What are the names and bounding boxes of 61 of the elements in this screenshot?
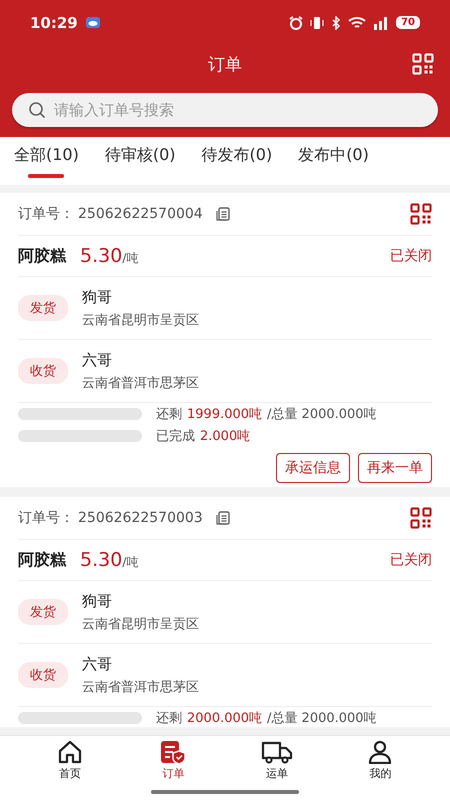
- person-icon: [367, 740, 394, 764]
- order-tab[interactable]: 发布中(0): [298, 137, 369, 185]
- qr-code-icon[interactable]: [412, 53, 434, 75]
- order-tab[interactable]: 待审核(0): [104, 137, 176, 185]
- truck-icon: [260, 740, 293, 764]
- address: 云南省普洱市思茅区: [82, 678, 199, 696]
- alarm-icon: [289, 16, 304, 30]
- order-number: 25062622570003: [78, 510, 203, 526]
- contact-name: 狗哥: [82, 592, 113, 610]
- nav-tab[interactable]: 运单: [246, 740, 307, 781]
- product-name: 阿胶糕: [18, 550, 66, 570]
- address: 云南省昆明市呈贡区: [82, 312, 199, 328]
- address: 云南省普洱市思茅区: [82, 374, 199, 392]
- order-number-label: 订单号：: [18, 205, 74, 223]
- nav-tab[interactable]: 首页: [40, 740, 100, 781]
- progress-label: 还剩: [156, 710, 182, 727]
- total-amount: /总量 2000.000吨: [267, 406, 377, 423]
- order-number: 25062622570004: [78, 206, 203, 222]
- action-button[interactable]: 再来一单: [358, 453, 432, 483]
- page-title: 订单: [208, 54, 242, 76]
- battery-icon: 70: [396, 16, 420, 29]
- vibrate-icon: [310, 16, 324, 30]
- wifi-icon: [348, 16, 366, 30]
- product-name: 阿胶糕: [18, 246, 66, 266]
- document-shield-icon: [159, 740, 188, 764]
- price-unit: /吨: [122, 555, 138, 569]
- unit-price: 5.30: [80, 245, 122, 267]
- order-status: 已关闭: [390, 247, 432, 265]
- contact-name: 狗哥: [82, 288, 113, 306]
- nav-tab[interactable]: 我的: [350, 740, 410, 781]
- unit-price: 5.30: [80, 549, 122, 571]
- qr-code-icon[interactable]: [410, 203, 432, 225]
- amount: 2000.000吨: [187, 710, 262, 727]
- price-unit: /吨: [122, 251, 138, 265]
- contact-name: 六哥: [82, 654, 113, 674]
- party-tag: 发货: [18, 295, 68, 321]
- search-field[interactable]: 请输入订单号搜索: [12, 93, 438, 127]
- amount: 2.000吨: [200, 428, 250, 445]
- order-tab[interactable]: 全部(10): [14, 137, 79, 185]
- progress-label: 还剩: [156, 406, 182, 423]
- contact-name: 六哥: [82, 350, 113, 370]
- party-tag: 发货: [18, 599, 68, 625]
- amount: 1999.000吨: [187, 406, 262, 423]
- action-button[interactable]: 承运信息: [276, 453, 350, 483]
- party-tag: 收货: [18, 662, 68, 688]
- progress-label: 已完成: [156, 428, 195, 445]
- bluetooth-icon: [331, 16, 342, 30]
- order-status: 已关闭: [390, 551, 432, 569]
- clock-time: 10:29: [30, 14, 78, 32]
- order-tab[interactable]: 待发布(0): [202, 137, 272, 185]
- home-icon: [56, 740, 83, 764]
- qr-code-icon[interactable]: [410, 507, 432, 529]
- weather-icon: [86, 17, 100, 28]
- address: 云南省昆明市呈贡区: [82, 616, 199, 632]
- copy-icon[interactable]: [214, 206, 231, 222]
- party-tag: 收货: [18, 358, 68, 384]
- total-amount: /总量 2000.000吨: [267, 710, 377, 727]
- nav-tab[interactable]: 订单: [143, 740, 204, 781]
- signal-icon: [373, 16, 390, 30]
- order-number-label: 订单号：: [18, 509, 74, 527]
- copy-icon[interactable]: [214, 510, 231, 526]
